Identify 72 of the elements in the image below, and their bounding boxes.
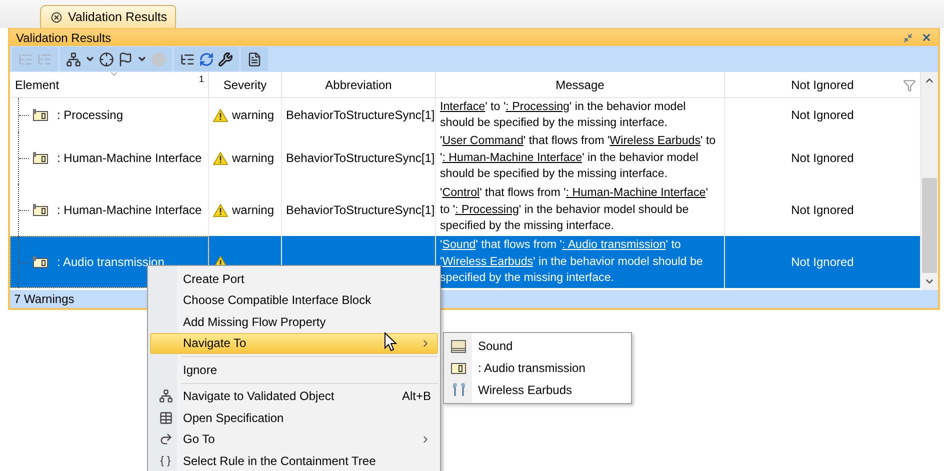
dropdown-icon[interactable] — [137, 54, 147, 64]
table-icon — [158, 410, 172, 425]
table-cell: Not Ignored — [725, 236, 921, 288]
link[interactable]: : Processing — [506, 100, 570, 112]
message-text: Interface' to ': Processing' in the behavior model should be specified by the missing interface. — [440, 98, 687, 131]
shortcut-text: Alt+B — [402, 389, 432, 404]
menu-item[interactable]: Add Missing Flow Property — [150, 311, 438, 332]
warning-icon — [213, 152, 228, 164]
port-icon — [33, 152, 49, 164]
column-header[interactable]: Abbreviation — [282, 72, 436, 98]
link[interactable]: : Processing — [455, 202, 519, 216]
menu-item[interactable]: { } Select Rule in the Containment Tree — [150, 450, 438, 471]
link[interactable]: : Human-Machine Interface — [442, 150, 582, 164]
close-icon[interactable] — [921, 32, 932, 43]
menu-item[interactable]: : Audio transmission — [444, 357, 631, 379]
go-to-icon — [158, 432, 172, 446]
refresh-icon[interactable] — [199, 52, 214, 66]
element-name: : Processing — [57, 108, 124, 122]
element-name: : Audio transmission — [57, 255, 164, 269]
restore-icon[interactable] — [903, 32, 913, 42]
link[interactable]: Interface — [440, 100, 486, 112]
menu-item[interactable]: Ignore — [150, 359, 438, 380]
hierarchy-icon[interactable] — [66, 52, 81, 66]
message-text: 'User Command' that flows from 'Wireless Earbuds' to ': Human-Machine Interface' in the behavior model should be specified by the missing interface. — [440, 133, 717, 182]
filter-icon[interactable] — [903, 79, 916, 92]
warning-icon — [213, 204, 228, 216]
link[interactable]: Sound — [442, 238, 476, 252]
link[interactable]: Wireless Earbuds — [442, 254, 534, 268]
link[interactable]: : Human-Machine Interface — [566, 186, 706, 200]
column-header[interactable]: Element 1 — [10, 72, 209, 98]
panel-title: Validation Results — [16, 30, 112, 44]
menu-item[interactable]: Open Specification — [150, 407, 438, 428]
column-header[interactable]: Message — [436, 72, 725, 98]
menu-item[interactable]: Navigate to Validated Object Alt+B — [150, 386, 438, 407]
port-icon — [451, 362, 466, 374]
link[interactable]: User Command — [442, 134, 524, 148]
link[interactable]: Control — [442, 186, 480, 200]
menu-item[interactable]: Choose Compatible Interface Block — [150, 290, 438, 311]
mouse-cursor-icon — [384, 332, 398, 352]
menu-item[interactable]: Go To — [150, 428, 438, 450]
status-text: 7 Warnings — [14, 292, 74, 306]
warning-icon — [213, 108, 228, 122]
hierarchy-icon — [158, 389, 172, 404]
braces-icon: { } — [160, 454, 171, 467]
menu-item[interactable]: Sound — [444, 335, 631, 357]
element-name: : Human-Machine Interface — [57, 151, 202, 165]
port-icon — [33, 204, 49, 216]
severity-label: warning — [232, 151, 274, 165]
port-icon — [33, 109, 49, 121]
document-icon[interactable] — [247, 52, 262, 66]
link[interactable]: Wireless Earbuds — [610, 134, 701, 148]
target-icon[interactable] — [99, 52, 114, 66]
scrollbar[interactable] — [921, 72, 938, 290]
menu-item[interactable]: Navigate To — [150, 332, 438, 354]
panel-tab[interactable]: Validation Results — [40, 5, 176, 28]
message-text: 'Sound' that flows from ': Audio transmission' to 'Wireless Earbuds' in the behavior model should be specified by the missing interface. — [440, 237, 704, 286]
element-name: : Human-Machine Interface — [57, 203, 202, 217]
severity-label: warning — [232, 108, 274, 122]
tools-icon[interactable] — [218, 52, 233, 66]
column-header[interactable]: Severity — [209, 72, 282, 98]
flag-icon[interactable] — [118, 52, 133, 66]
port-icon — [33, 256, 49, 268]
link[interactable]: : Audio transmission — [562, 238, 666, 252]
message-text: 'Control' that flows from ': Human-Machine Interface' to ': Processing' in the behavior model should be specified by the missing interface. — [440, 185, 709, 234]
menu-item[interactable]: Wireless Earbuds — [444, 379, 631, 401]
list-icon[interactable] — [180, 52, 195, 66]
dropdown-icon[interactable] — [85, 54, 95, 64]
close-icon[interactable] — [51, 12, 62, 22]
severity-label: warning — [232, 203, 274, 217]
scroll-thumb[interactable] — [922, 178, 937, 273]
column-header[interactable]: Not Ignored — [725, 72, 921, 98]
sort-order: 1 — [198, 74, 204, 84]
